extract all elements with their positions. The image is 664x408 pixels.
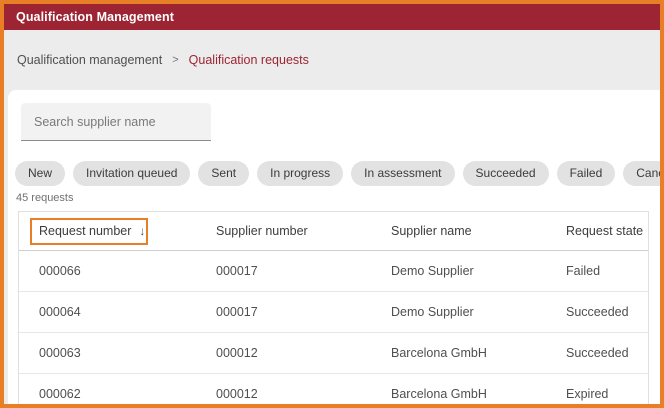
- table-cell: Failed: [566, 264, 648, 278]
- table-cell: Barcelona GmbH: [391, 387, 566, 401]
- result-count: 45 requests: [16, 192, 660, 204]
- column-header-supplier-name[interactable]: Supplier name: [391, 224, 566, 238]
- filter-chip-in-progress[interactable]: In progress: [257, 161, 343, 186]
- filter-chip-succeeded[interactable]: Succeeded: [463, 161, 549, 186]
- column-header-request-state[interactable]: Request state: [566, 224, 648, 238]
- table-row[interactable]: 000064000017Demo SupplierSucceeded: [19, 292, 648, 333]
- table-cell: Succeeded: [566, 346, 648, 360]
- table-header-row: Request number↓ Supplier number Supplier…: [19, 212, 648, 251]
- table-cell: Demo Supplier: [391, 264, 566, 278]
- table-cell: 000017: [216, 305, 391, 319]
- filter-chip-failed[interactable]: Failed: [557, 161, 616, 186]
- table-body: 000066000017Demo SupplierFailed000064000…: [19, 251, 648, 404]
- filter-chip-sent[interactable]: Sent: [198, 161, 249, 186]
- column-header-supplier-number[interactable]: Supplier number: [216, 224, 391, 238]
- column-header-request-number[interactable]: Request number↓: [39, 224, 216, 238]
- table-cell: 000066: [39, 264, 216, 278]
- qualification-requests-table: Request number↓ Supplier number Supplier…: [18, 211, 649, 404]
- table-cell: Barcelona GmbH: [391, 346, 566, 360]
- filter-chip-row: New Invitation queued Sent In progress In as…: [15, 161, 660, 186]
- window-titlebar: Qualification Management: [4, 4, 660, 30]
- filter-chip-in-assessment[interactable]: In assessment: [351, 161, 454, 186]
- breadcrumb: Qualification management > Qualification…: [17, 53, 660, 67]
- table-cell: 000064: [39, 305, 216, 319]
- table-row[interactable]: 000062000012Barcelona GmbHExpired: [19, 374, 648, 404]
- filter-chip-canceled[interactable]: Canceled: [623, 161, 660, 186]
- page-title: Qualification Management: [16, 10, 174, 24]
- table-cell: 000062: [39, 387, 216, 401]
- content-panel: New Invitation queued Sent In progress In as…: [8, 90, 660, 404]
- table-cell: Expired: [566, 387, 648, 401]
- breadcrumb-item-qualification-management[interactable]: Qualification management: [17, 53, 162, 67]
- breadcrumb-item-qualification-requests[interactable]: Qualification requests: [189, 53, 309, 67]
- table-row[interactable]: 000066000017Demo SupplierFailed: [19, 251, 648, 292]
- table-cell: Succeeded: [566, 305, 648, 319]
- filter-chip-invitation-queued[interactable]: Invitation queued: [73, 161, 190, 186]
- table-cell: Demo Supplier: [391, 305, 566, 319]
- table-row[interactable]: 000063000012Barcelona GmbHSucceeded: [19, 333, 648, 374]
- search-supplier-input[interactable]: [21, 103, 211, 141]
- filter-chip-new[interactable]: New: [15, 161, 65, 186]
- table-cell: 000012: [216, 387, 391, 401]
- table-cell: 000017: [216, 264, 391, 278]
- qualification-management-window: Qualification Management Qualification m…: [0, 0, 664, 408]
- breadcrumb-separator-icon: >: [172, 54, 178, 66]
- table-cell: 000012: [216, 346, 391, 360]
- sort-descending-icon[interactable]: ↓: [139, 224, 145, 238]
- table-cell: 000063: [39, 346, 216, 360]
